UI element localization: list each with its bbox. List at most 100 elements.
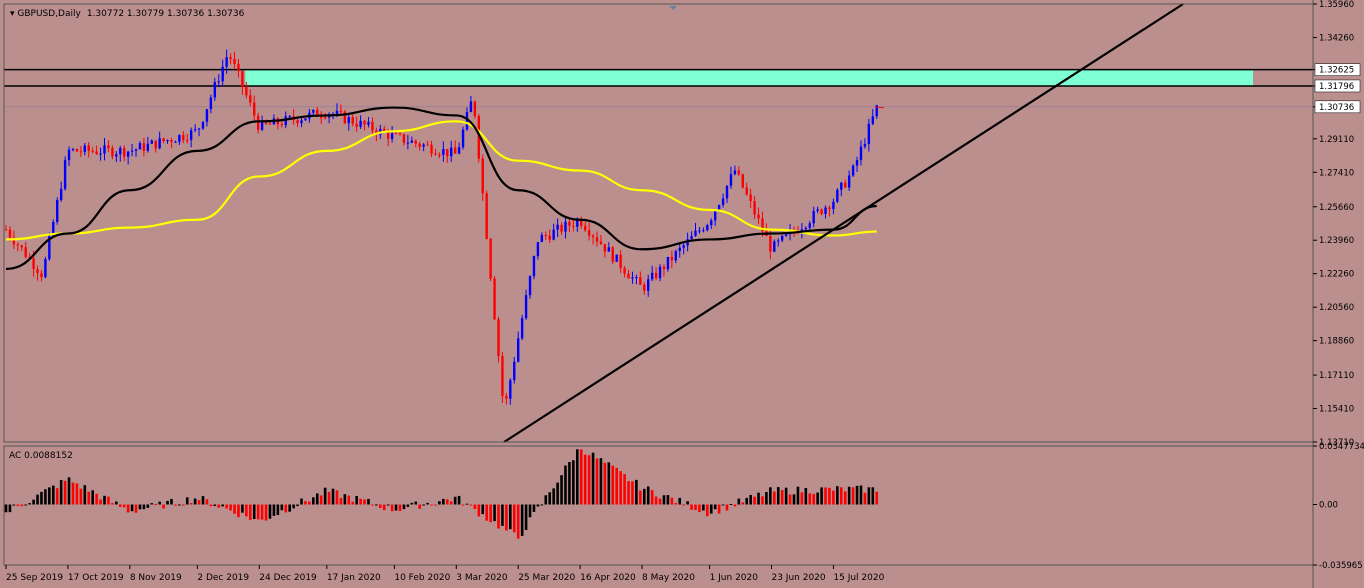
candle-body (583, 225, 587, 231)
ac-bar (824, 487, 827, 505)
candle (505, 393, 508, 405)
candle-body (670, 256, 674, 261)
ac-bar (44, 489, 47, 505)
candle-body (158, 138, 161, 149)
time-tick-label: 10 Feb 2020 (394, 573, 450, 583)
candle-body (461, 129, 465, 148)
time-tick-label: 23 Jun 2020 (771, 573, 825, 583)
ac-bar (351, 501, 355, 505)
ac-bar (142, 504, 146, 510)
candle (20, 244, 23, 252)
candle (690, 231, 693, 240)
ac-bar (855, 485, 859, 505)
candle-body (650, 272, 654, 280)
ac-bar (599, 458, 603, 505)
candle-body (170, 139, 173, 142)
candle-body (32, 258, 35, 270)
candle-body (635, 277, 638, 279)
candle (749, 188, 752, 208)
ac-bar (276, 504, 280, 516)
ac-bar (639, 490, 642, 505)
candle-body (536, 241, 540, 257)
price-chart[interactable]: 1.35960 1.34260 1.32625 1.31796 1.30736 1.291… (0, 0, 1364, 588)
ac-bar (650, 490, 654, 505)
ac-bar (603, 462, 607, 505)
candle-body (473, 101, 477, 117)
candle (126, 150, 130, 165)
candle (130, 143, 134, 157)
ac-bar (457, 495, 461, 505)
ac-bar (414, 501, 418, 505)
ac-bar (524, 504, 528, 530)
ac-bar (79, 488, 83, 505)
candle (371, 117, 374, 136)
candle (343, 109, 347, 125)
candle-body (335, 110, 339, 114)
candle-body (418, 143, 421, 147)
ac-bar (808, 493, 812, 505)
candle (174, 140, 177, 143)
chart-terminal[interactable]: 1.35960 1.34260 1.32625 1.31796 1.30736 1.291… (0, 0, 1364, 588)
candle (497, 316, 500, 363)
price-tick-label: 1.15410 (1319, 405, 1354, 415)
candle-body (398, 133, 402, 135)
ac-bar (595, 458, 599, 505)
ac-bar (512, 504, 516, 533)
candle-body (99, 153, 102, 155)
ac-bar (430, 504, 433, 506)
candle-body (8, 229, 12, 238)
ohlc-values: 1.30772 1.30779 1.30736 1.30736 (87, 9, 245, 19)
candle (367, 117, 370, 128)
candle (327, 112, 331, 124)
candle-body (359, 120, 362, 127)
price-tick-label: 1.17110 (1319, 371, 1354, 381)
ac-bar (91, 490, 94, 505)
ac-bar (579, 449, 583, 505)
ac-bar (729, 503, 733, 505)
price-tick-label: 1.23960 (1319, 236, 1354, 246)
candle-body (351, 117, 354, 124)
ac-bar (465, 503, 469, 505)
candle-body (497, 319, 500, 357)
candle (189, 127, 193, 148)
candle-body (851, 165, 855, 176)
candle (56, 197, 59, 225)
candle-body (710, 220, 713, 226)
candle (654, 267, 658, 281)
candle (461, 126, 465, 150)
candle-body (229, 57, 232, 59)
ac-bar (587, 455, 591, 505)
ac-bar (166, 500, 169, 505)
ac-bar (749, 494, 752, 505)
candle-body (402, 134, 406, 143)
candle (300, 117, 303, 128)
ac-bar (36, 494, 39, 505)
candle-body (75, 149, 79, 152)
ac-bar (717, 504, 721, 514)
candle (812, 206, 815, 228)
candle (631, 271, 634, 284)
candle-body (225, 57, 228, 67)
candle (587, 222, 591, 241)
candle (702, 227, 705, 233)
ac-bar (635, 479, 638, 505)
candle-body (658, 266, 662, 279)
candle (87, 142, 90, 158)
candle-body (209, 97, 213, 110)
ac-bar (237, 504, 240, 518)
candle (643, 282, 646, 295)
time-tick-label: 25 Mar 2020 (518, 573, 575, 583)
time-tick-label: 25 Sep 2019 (6, 573, 63, 583)
symbol-label: ▾ GBPUSD,Daily 1.30772 1.30779 1.30736 1.… (10, 9, 245, 19)
candle-body (138, 143, 142, 150)
collapse-triangle-icon[interactable]: ▾ (10, 9, 17, 19)
ac-bar (170, 498, 173, 505)
candle (524, 289, 528, 320)
ac-bar (24, 504, 27, 506)
candle-body (702, 230, 705, 232)
candle-body (63, 160, 67, 189)
ac-bar (95, 493, 98, 505)
candle (836, 188, 839, 203)
ac-bar (111, 503, 114, 505)
price-tick-label: 1.25660 (1319, 203, 1354, 213)
